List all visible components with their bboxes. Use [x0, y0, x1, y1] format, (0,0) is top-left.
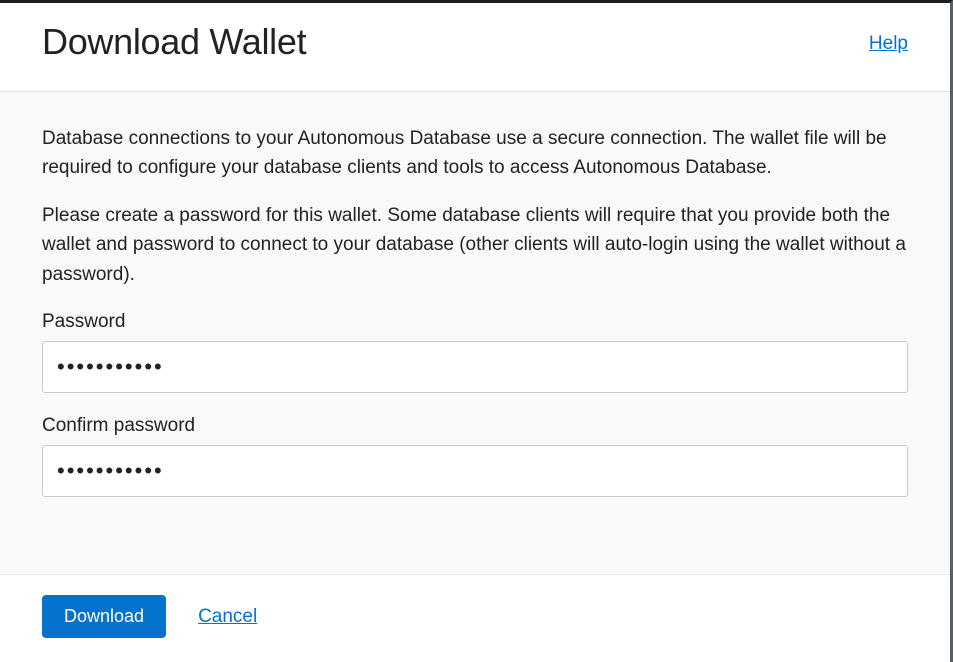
download-button[interactable]: Download — [42, 595, 166, 638]
password-input[interactable] — [42, 341, 908, 393]
dialog-body: Database connections to your Autonomous … — [0, 92, 950, 574]
dialog-header: Download Wallet Help — [0, 3, 950, 92]
description-paragraph-2: Please create a password for this wallet… — [42, 201, 908, 289]
password-label: Password — [42, 311, 908, 333]
confirm-password-field-group: Confirm password — [42, 415, 908, 497]
cancel-link[interactable]: Cancel — [198, 606, 257, 628]
dialog-title: Download Wallet — [42, 21, 306, 63]
dialog-footer: Download Cancel — [0, 574, 950, 662]
help-link[interactable]: Help — [869, 33, 908, 55]
confirm-password-input[interactable] — [42, 445, 908, 497]
confirm-password-label: Confirm password — [42, 415, 908, 437]
download-wallet-dialog: Download Wallet Help Database connection… — [0, 3, 950, 662]
password-field-group: Password — [42, 311, 908, 393]
description-paragraph-1: Database connections to your Autonomous … — [42, 124, 908, 183]
